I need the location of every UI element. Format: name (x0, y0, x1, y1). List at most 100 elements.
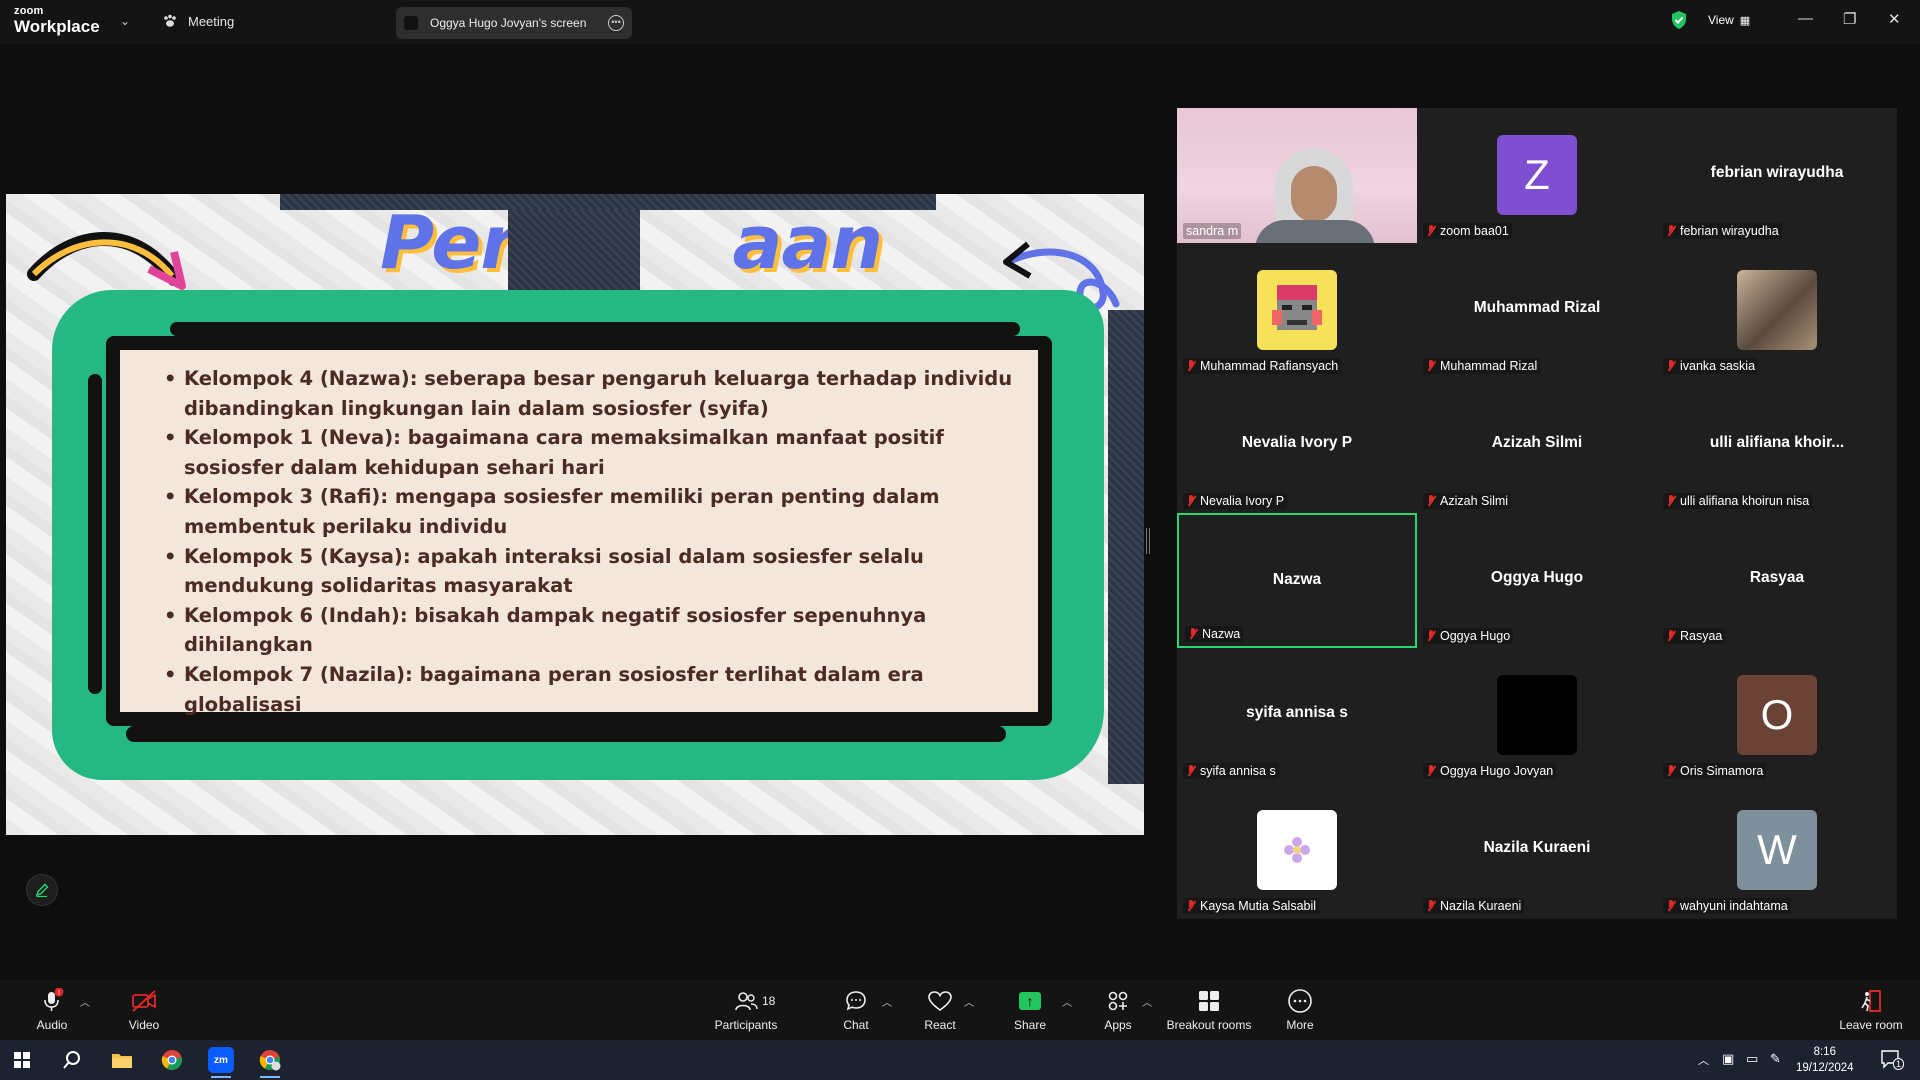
minimize-icon[interactable]: — (1798, 10, 1813, 27)
participant-display-name: Nevalia Ivory P (1241, 434, 1353, 451)
participant-name: syifa annisa s (1200, 764, 1276, 778)
screen-share-indicator[interactable]: Oggya Hugo Jovyan's screen ••• (396, 7, 632, 39)
participant-name: ivanka saskia (1680, 359, 1756, 373)
video-off-icon (132, 990, 156, 1012)
participant-tile[interactable]: Nazwa Nazwa (1177, 513, 1417, 648)
list-item: Kelompok 7 (Nazila): bagaimana peran sos… (162, 660, 1032, 719)
zoom-taskbar-icon[interactable]: zm (201, 1045, 241, 1078)
participant-name: Muhammad Rizal (1440, 359, 1538, 373)
participant-display-name: Nazwa (1272, 571, 1322, 588)
chat-options-caret[interactable]: ︿ (882, 994, 892, 1009)
muted-mic-icon (1666, 495, 1676, 507)
participant-tile[interactable]: ivanka saskia (1657, 243, 1897, 378)
muted-mic-icon (1666, 630, 1676, 642)
more-button[interactable]: More (1280, 988, 1320, 1032)
share-button[interactable]: ↑ Share (1010, 988, 1050, 1032)
apps-button[interactable]: Apps (1098, 988, 1138, 1032)
participant-tile[interactable]: Nazila Kuraeni Nazila Kuraeni (1417, 783, 1657, 918)
windows-start-icon[interactable] (2, 1045, 42, 1075)
title-bar: zoom Workplace ⌄ Meeting Oggya Hugo Jovy… (0, 0, 1920, 44)
react-options-caret[interactable]: ︿ (964, 994, 974, 1009)
participant-tile[interactable]: Muhammad Rafiansyach (1177, 243, 1417, 378)
participant-name: Oggya Hugo Jovyan (1440, 764, 1554, 778)
encryption-shield-icon[interactable] (1670, 10, 1688, 30)
apps-options-caret[interactable]: ︿ (1142, 994, 1152, 1009)
chevron-down-icon[interactable]: ⌄ (120, 14, 130, 28)
view-button[interactable]: View ▦ (1708, 13, 1750, 27)
participant-tile[interactable]: Oggya Hugo Jovyan (1417, 648, 1657, 783)
participant-display-name: syifa annisa s (1246, 704, 1348, 721)
leave-label: Leave room (1839, 1018, 1903, 1032)
breakout-rooms-button[interactable]: Breakout rooms (1164, 988, 1254, 1032)
participant-tile[interactable]: Kaysa Mutia Salsabil (1177, 783, 1417, 918)
heart-icon (928, 991, 952, 1011)
muted-mic-icon (1666, 225, 1676, 237)
leave-room-button[interactable]: Leave room (1836, 988, 1906, 1032)
participant-tile[interactable]: Rasyaa Rasyaa (1657, 513, 1897, 648)
participant-tile[interactable]: Oggya Hugo Oggya Hugo (1417, 513, 1657, 648)
meeting-menu[interactable]: Meeting (162, 13, 234, 29)
audio-options-caret[interactable]: ︿ (80, 994, 90, 1009)
participant-name: Muhammad Rafiansyach (1200, 359, 1339, 373)
participant-name-label: Oris Simamora (1663, 763, 1767, 779)
participant-display-name: ulli alifiana khoir... (1709, 434, 1845, 451)
gallery-resize-handle[interactable] (1146, 528, 1150, 554)
tray-pen-icon[interactable]: ✎ (1770, 1051, 1781, 1067)
react-button[interactable]: React (920, 988, 960, 1032)
share-options-caret[interactable]: ︿ (1062, 994, 1072, 1009)
participant-name-label: Muhammad Rafiansyach (1183, 358, 1342, 374)
muted-mic-icon (1426, 360, 1436, 372)
participant-tile[interactable]: ulli alifiana khoir... ulli alifiana khoi… (1657, 378, 1897, 513)
more-options-icon[interactable]: ••• (608, 15, 624, 31)
participant-tile[interactable]: Wwahyuni indahtama (1657, 783, 1897, 918)
apps-label: Apps (1104, 1018, 1132, 1032)
notification-button[interactable]: 1 (1880, 1049, 1905, 1070)
screen-mask-top (280, 194, 936, 210)
view-label: View (1708, 13, 1734, 27)
more-label: More (1286, 1018, 1314, 1032)
file-explorer-icon[interactable] (102, 1045, 142, 1075)
share-indicator-label: Oggya Hugo Jovyan's screen (430, 16, 587, 30)
participant-name-label: wahyuni indahtama (1663, 898, 1791, 914)
shared-screen: Perttanyaan Kelompok 4 (Nazwa): seberapa… (6, 194, 1144, 835)
chrome-profile-icon[interactable] (250, 1045, 290, 1078)
participant-name-label: febrian wirayudha (1663, 223, 1782, 239)
participant-name: Rasyaa (1680, 629, 1723, 643)
participant-tile[interactable]: sandra m (1177, 108, 1417, 243)
tray-chevron-icon[interactable]: ︿ (1698, 1052, 1709, 1068)
profile-photo (1737, 270, 1817, 350)
participant-tile[interactable]: Muhammad Rizal Muhammad Rizal (1417, 243, 1657, 378)
participant-tile[interactable]: febrian wirayudha febrian wirayudha (1657, 108, 1897, 243)
screen-icon (404, 16, 418, 30)
muted-mic-icon (1426, 765, 1436, 777)
participant-gallery: sandra m Zzoom baa01 febrian wirayudha febr… (1177, 108, 1897, 919)
breakout-label: Breakout rooms (1166, 1018, 1252, 1032)
participant-tile[interactable]: O Oris Simamora (1657, 648, 1897, 783)
muted-mic-icon (1186, 900, 1196, 912)
participant-name-label: Nazila Kuraeni (1423, 898, 1525, 914)
participant-name-label: Nevalia Ivory P (1183, 493, 1288, 509)
participant-tile[interactable]: Nevalia Ivory P Nevalia Ivory P (1177, 378, 1417, 513)
participant-tile[interactable]: Azizah Silmi Azizah Silmi (1417, 378, 1657, 513)
participant-count: 18 (762, 994, 776, 1008)
video-button[interactable]: Video (124, 988, 164, 1032)
annotate-pencil-button[interactable] (26, 874, 58, 906)
restore-icon[interactable]: ❐ (1843, 10, 1856, 28)
share-screen-icon: ↑ (1019, 992, 1041, 1010)
chat-button[interactable]: Chat (836, 988, 876, 1032)
participant-tile[interactable]: syifa annisa s syifa annisa s (1177, 648, 1417, 783)
system-clock[interactable]: 8:16 19/12/2024 (1796, 1044, 1854, 1076)
participant-name: Nevalia Ivory P (1200, 494, 1285, 508)
search-icon[interactable] (52, 1045, 92, 1075)
tray-network-icon[interactable]: ▭ (1746, 1051, 1758, 1067)
close-icon[interactable]: ✕ (1888, 10, 1901, 28)
participant-name-label: sandra m (1183, 223, 1242, 239)
participant-display-name: febrian wirayudha (1710, 164, 1844, 181)
participant-tile[interactable]: Zzoom baa01 (1417, 108, 1657, 243)
participant-name: Nazwa (1202, 627, 1241, 641)
muted-mic-icon (1666, 765, 1676, 777)
tray-device-icon[interactable]: ▣ (1722, 1051, 1734, 1067)
chrome-icon[interactable] (152, 1045, 192, 1075)
participant-name: Oris Simamora (1680, 764, 1764, 778)
audio-button[interactable]: ! Audio (32, 988, 72, 1032)
